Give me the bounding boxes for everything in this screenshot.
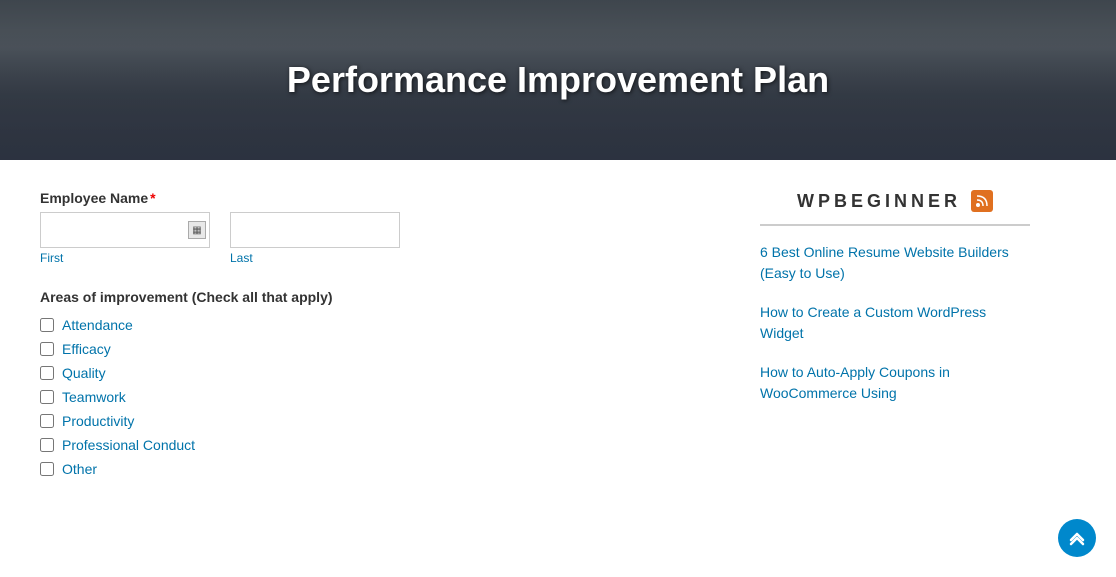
hero-banner: Performance Improvement Plan <box>0 0 1116 160</box>
last-name-input[interactable] <box>230 212 400 248</box>
sidebar-brand: WPBEGINNER <box>797 191 961 212</box>
checkbox-quality[interactable] <box>40 366 54 380</box>
checkbox-productivity[interactable] <box>40 414 54 428</box>
checkbox-label-quality[interactable]: Quality <box>62 365 106 381</box>
checkbox-label-other[interactable]: Other <box>62 461 97 477</box>
page-title: Performance Improvement Plan <box>287 59 829 101</box>
first-name-input[interactable] <box>40 212 210 248</box>
checkboxes-container: Attendance Efficacy Quality Teamwork Product… <box>40 317 720 477</box>
checkbox-item-efficacy: Efficacy <box>40 341 720 357</box>
sidebar-links-container: 6 Best Online Resume Website Builders (E… <box>760 242 1030 404</box>
checkbox-label-attendance[interactable]: Attendance <box>62 317 133 333</box>
first-name-sub-label: First <box>40 251 210 265</box>
checkbox-item-attendance: Attendance <box>40 317 720 333</box>
checkbox-item-professional_conduct: Professional Conduct <box>40 437 720 453</box>
areas-label: Areas of improvement (Check all that app… <box>40 289 720 305</box>
last-name-sub-label: Last <box>230 251 400 265</box>
checkbox-label-professional_conduct[interactable]: Professional Conduct <box>62 437 195 453</box>
first-name-field: ▦ First <box>40 212 210 265</box>
sidebar-header: WPBEGINNER <box>760 190 1030 226</box>
checkbox-label-teamwork[interactable]: Teamwork <box>62 389 126 405</box>
sidebar: WPBEGINNER 6 Best Online Resume Website … <box>760 190 1030 485</box>
sidebar-link-link3[interactable]: How to Auto-Apply Coupons in WooCommerce… <box>760 362 1030 404</box>
checkbox-item-teamwork: Teamwork <box>40 389 720 405</box>
copy-icon: ▦ <box>188 221 206 239</box>
employee-name-label: Employee Name* <box>40 190 720 206</box>
checkbox-teamwork[interactable] <box>40 390 54 404</box>
checkbox-attendance[interactable] <box>40 318 54 332</box>
checkbox-item-quality: Quality <box>40 365 720 381</box>
sidebar-link-link2[interactable]: How to Create a Custom WordPress Widget <box>760 302 1030 344</box>
checkbox-professional_conduct[interactable] <box>40 438 54 452</box>
scroll-to-top-button[interactable] <box>1058 519 1096 557</box>
last-name-field: Last <box>230 212 400 265</box>
required-star: * <box>150 190 155 206</box>
checkbox-label-productivity[interactable]: Productivity <box>62 413 134 429</box>
checkbox-item-other: Other <box>40 461 720 477</box>
main-content: Employee Name* ▦ First Last Areas of imp… <box>0 160 1116 515</box>
checkbox-item-productivity: Productivity <box>40 413 720 429</box>
checkbox-other[interactable] <box>40 462 54 476</box>
form-area: Employee Name* ▦ First Last Areas of imp… <box>40 190 720 485</box>
rss-icon[interactable] <box>971 190 993 212</box>
name-fields-container: ▦ First Last <box>40 212 720 265</box>
first-name-wrapper: ▦ <box>40 212 210 248</box>
sidebar-link-link1[interactable]: 6 Best Online Resume Website Builders (E… <box>760 242 1030 284</box>
checkbox-label-efficacy[interactable]: Efficacy <box>62 341 111 357</box>
checkbox-efficacy[interactable] <box>40 342 54 356</box>
label-text: Employee Name <box>40 190 148 206</box>
